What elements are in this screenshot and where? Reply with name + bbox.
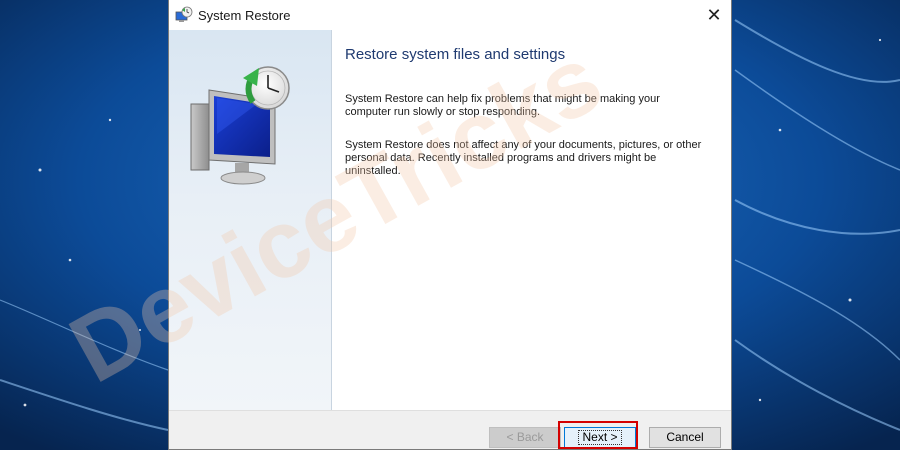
sidebar-panel xyxy=(169,30,332,410)
description-paragraph-1: System Restore can help fix problems tha… xyxy=(345,93,660,118)
cancel-button[interactable]: Cancel xyxy=(649,427,721,448)
button-bar: < Back Next > Cancel xyxy=(169,410,731,449)
close-icon: ✕ xyxy=(706,5,722,25)
page-title: Restore system files and settings xyxy=(345,46,566,63)
content-panel: Restore system files and settings System… xyxy=(332,30,731,410)
system-restore-icon xyxy=(175,6,193,22)
window-title: System Restore xyxy=(198,8,291,23)
title-bar[interactable]: System Restore ✕ xyxy=(169,0,731,30)
next-button-label: Next > xyxy=(578,430,622,445)
description-paragraph-2: System Restore does not affect any of yo… xyxy=(345,139,702,177)
computer-restore-clock-icon xyxy=(190,66,290,185)
close-button[interactable]: ✕ xyxy=(697,0,731,30)
system-restore-dialog: System Restore ✕ Restore system files an… xyxy=(168,0,732,450)
back-button[interactable]: < Back xyxy=(489,427,561,448)
next-button[interactable]: Next > xyxy=(564,427,636,448)
